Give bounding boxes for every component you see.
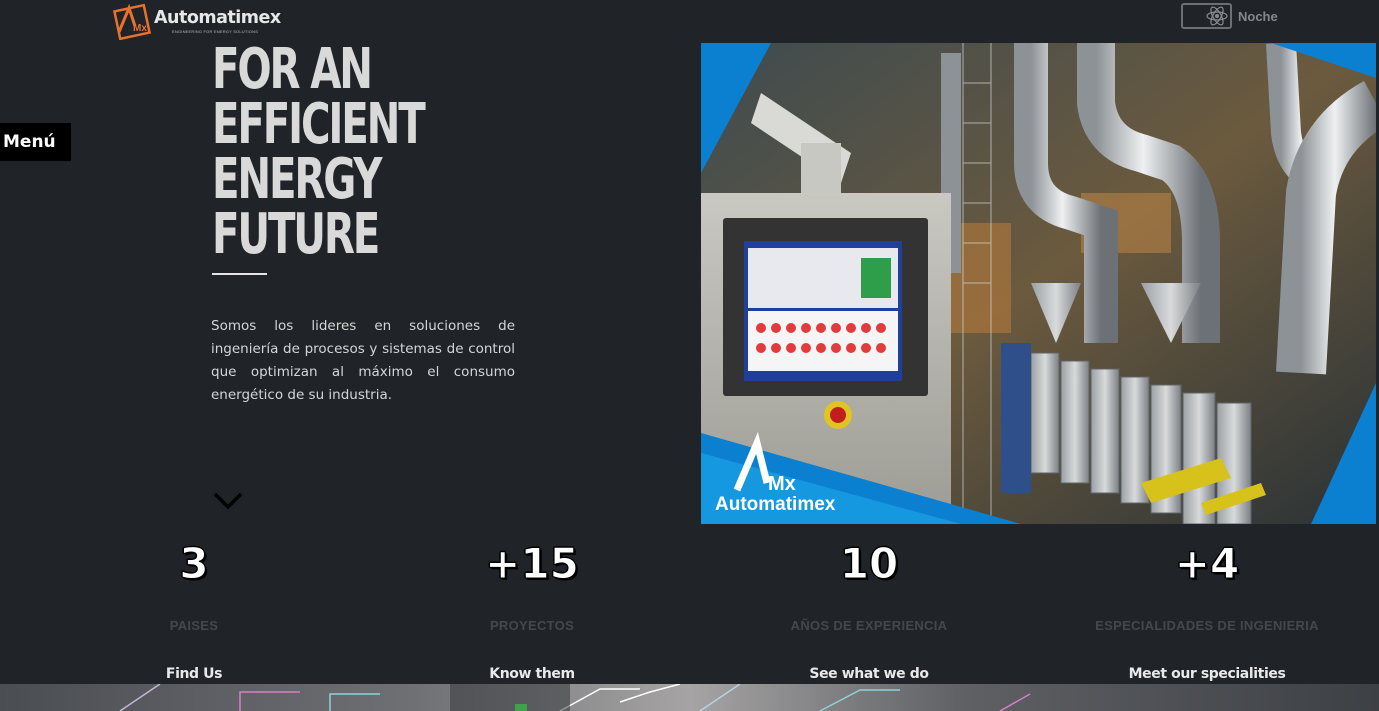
chevron-down-icon[interactable] bbox=[213, 490, 243, 512]
logo-mark-icon: Mx bbox=[113, 3, 151, 40]
image-brand-text: Automatimex bbox=[715, 494, 836, 515]
svg-text:Mx: Mx bbox=[133, 23, 147, 34]
find-us-link[interactable]: Find Us bbox=[44, 666, 344, 682]
stat-label: PAISES bbox=[169, 618, 219, 633]
circuit-lines-image bbox=[119, 684, 1031, 711]
logo-tagline: ENGINEERING FOR ENERGY SOLUTIONS bbox=[172, 29, 259, 34]
image-brand-mark: Mx bbox=[768, 473, 796, 495]
stat-projects: +15 PROYECTOS Know them bbox=[382, 530, 682, 683]
logo-text: Automatimex bbox=[154, 8, 281, 29]
title-divider bbox=[212, 273, 267, 275]
hero-title: FOR AN EFFICIENT ENERGY FUTURE bbox=[212, 37, 426, 267]
stat-number: +15 bbox=[485, 539, 580, 589]
footer-background-image bbox=[0, 684, 1379, 711]
stat-countries: 3 PAISES Find Us bbox=[44, 530, 344, 683]
know-them-link[interactable]: Know them bbox=[382, 666, 682, 682]
stat-experience: 10 AÑOS DE EXPERIENCIA See what we do bbox=[719, 530, 1019, 683]
menu-button[interactable]: Menú bbox=[0, 123, 71, 161]
stat-number: +4 bbox=[1174, 539, 1240, 589]
meet-specialities-link[interactable]: Meet our specialities bbox=[1057, 666, 1357, 682]
stat-label: ESPECIALIDADES DE INGENIERIA bbox=[1095, 618, 1319, 633]
night-mode-toggle[interactable]: Noche bbox=[1181, 3, 1278, 29]
stats-section: 3 PAISES Find Us +15 PROYECTOS Know them… bbox=[0, 530, 1379, 684]
industrial-machine-image: Mx Automatimex bbox=[701, 43, 1376, 524]
hero-title-line: FUTURE bbox=[212, 202, 380, 267]
hero-title-line: FOR AN bbox=[212, 37, 373, 102]
toggle-switch[interactable] bbox=[1181, 3, 1232, 29]
stat-label: AÑOS DE EXPERIENCIA bbox=[790, 618, 948, 633]
stat-number: 10 bbox=[839, 539, 899, 589]
hero-image: Mx Automatimex bbox=[701, 43, 1376, 524]
see-what-we-do-link[interactable]: See what we do bbox=[719, 666, 1019, 682]
stat-number: 3 bbox=[179, 539, 209, 589]
hero-title-line: ENERGY bbox=[212, 147, 382, 212]
stat-specialities: +4 ESPECIALIDADES DE INGENIERIA Meet our… bbox=[1057, 530, 1357, 683]
stat-label: PROYECTOS bbox=[489, 618, 575, 633]
atom-icon bbox=[1206, 6, 1228, 26]
hero-title-line: EFFICIENT bbox=[212, 92, 426, 157]
night-mode-label: Noche bbox=[1238, 8, 1278, 24]
hero-description: Somos los lideres en soluciones de ingen… bbox=[211, 318, 515, 403]
brand-logo[interactable]: Mx Automatimex ENGINEERING FOR ENERGY SO… bbox=[113, 2, 281, 40]
